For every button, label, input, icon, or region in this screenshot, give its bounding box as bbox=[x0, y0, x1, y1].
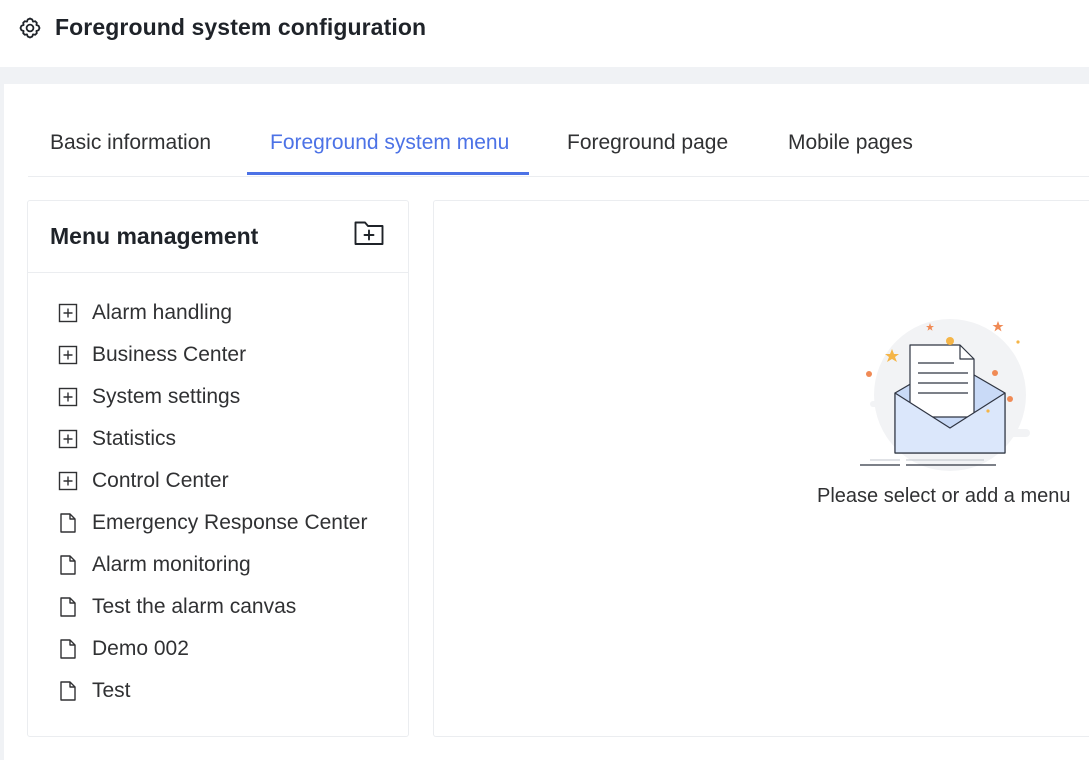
empty-envelope-illustration bbox=[860, 319, 1030, 471]
document-icon bbox=[60, 513, 76, 533]
menu-panel-title: Menu management bbox=[50, 223, 259, 249]
empty-state-message: Please select or add a menu bbox=[817, 485, 1071, 507]
tree-item-statistics[interactable]: Statistics bbox=[58, 425, 398, 453]
tree-item-label: System settings bbox=[92, 385, 241, 408]
tree-item-label: Statistics bbox=[92, 427, 177, 450]
add-folder-icon[interactable] bbox=[353, 218, 385, 248]
menu-management-panel: Menu management Alarm handling Business … bbox=[27, 200, 409, 737]
tree-item-label: Test the alarm canvas bbox=[92, 595, 297, 618]
menu-detail-panel: Please select or add a menu bbox=[433, 200, 1089, 737]
expand-plus-icon[interactable] bbox=[58, 471, 78, 491]
tree-item-alarm-monitoring[interactable]: Alarm monitoring bbox=[58, 551, 398, 579]
tree-item-demo-002[interactable]: Demo 002 bbox=[58, 635, 398, 663]
tab-bar: Basic information Foreground system menu… bbox=[28, 110, 1089, 177]
expand-plus-icon[interactable] bbox=[58, 345, 78, 365]
expand-plus-icon[interactable] bbox=[58, 303, 78, 323]
tree-item-control-center[interactable]: Control Center bbox=[58, 467, 398, 495]
page-title: Foreground system configuration bbox=[55, 14, 427, 40]
document-icon bbox=[60, 639, 76, 659]
document-icon bbox=[60, 597, 76, 617]
document-icon bbox=[60, 555, 76, 575]
tree-item-label: Alarm handling bbox=[92, 301, 233, 324]
expand-plus-icon[interactable] bbox=[58, 429, 78, 449]
header-divider bbox=[0, 67, 1089, 84]
tree-item-emergency-response-center[interactable]: Emergency Response Center bbox=[58, 509, 398, 537]
content-area: Basic information Foreground system menu… bbox=[4, 84, 1089, 760]
tab-mobile-pages[interactable]: Mobile pages bbox=[788, 130, 913, 156]
tree-item-business-center[interactable]: Business Center bbox=[58, 341, 398, 369]
tree-item-test-the-alarm-canvas[interactable]: Test the alarm canvas bbox=[58, 593, 398, 621]
tree-item-label: Control Center bbox=[92, 469, 229, 492]
tree-item-label: Test bbox=[92, 679, 131, 702]
tree-item-label: Demo 002 bbox=[92, 637, 189, 660]
tab-foreground-page[interactable]: Foreground page bbox=[567, 130, 728, 156]
tree-item-alarm-handling[interactable]: Alarm handling bbox=[58, 299, 398, 327]
tab-basic-information[interactable]: Basic information bbox=[50, 130, 211, 156]
menu-panel-header: Menu management bbox=[28, 201, 408, 273]
tree-item-label: Emergency Response Center bbox=[92, 511, 368, 534]
tree-item-system-settings[interactable]: System settings bbox=[58, 383, 398, 411]
gear-icon bbox=[19, 17, 41, 39]
tree-item-test[interactable]: Test bbox=[58, 677, 398, 705]
page-header: Foreground system configuration bbox=[0, 0, 1089, 67]
tab-foreground-system-menu[interactable]: Foreground system menu bbox=[270, 130, 509, 156]
tree-item-label: Business Center bbox=[92, 343, 247, 366]
expand-plus-icon[interactable] bbox=[58, 387, 78, 407]
active-tab-indicator bbox=[247, 172, 529, 175]
document-icon bbox=[60, 681, 76, 701]
tree-item-label: Alarm monitoring bbox=[92, 553, 251, 576]
